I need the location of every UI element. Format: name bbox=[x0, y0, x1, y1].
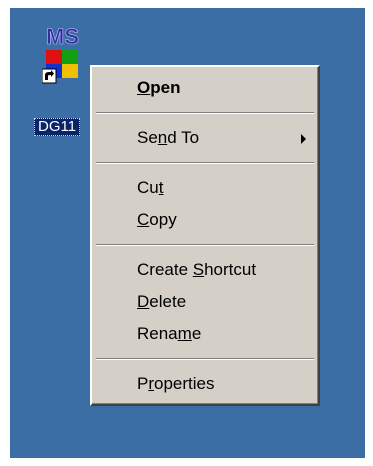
desktop[interactable]: MS DG11 Open Send To Cut Copy Create Sho… bbox=[10, 8, 365, 458]
menu-item-label: Send To bbox=[137, 128, 200, 147]
menu-item-create-shortcut[interactable]: Create Shortcut bbox=[92, 254, 318, 286]
menu-item-copy[interactable]: Copy bbox=[92, 204, 318, 236]
menu-item-label: Delete bbox=[137, 292, 187, 311]
menu-item-label: Cut bbox=[137, 178, 164, 197]
menu-separator bbox=[96, 162, 314, 164]
menu-item-properties[interactable]: Properties bbox=[92, 368, 318, 400]
context-menu: Open Send To Cut Copy Create Shortcut De… bbox=[90, 65, 320, 406]
menu-separator bbox=[96, 112, 314, 114]
menu-item-label: Create Shortcut bbox=[137, 260, 257, 279]
icon-text: MS bbox=[46, 24, 79, 49]
menu-item-rename[interactable]: Rename bbox=[92, 318, 318, 350]
menu-item-delete[interactable]: Delete bbox=[92, 286, 318, 318]
menu-item-send-to[interactable]: Send To bbox=[92, 122, 318, 154]
menu-item-label: Open bbox=[137, 78, 181, 97]
menu-item-label: Copy bbox=[137, 210, 177, 229]
menu-item-label: Properties bbox=[137, 374, 215, 393]
menu-separator bbox=[96, 244, 314, 246]
screenshot-frame: MS DG11 Open Send To Cut Copy Create Sho… bbox=[0, 0, 373, 466]
menu-item-open[interactable]: Open bbox=[92, 72, 318, 104]
menu-item-cut[interactable]: Cut bbox=[92, 172, 318, 204]
shortcut-label[interactable]: DG11 bbox=[34, 118, 81, 136]
menu-item-label: Rename bbox=[137, 324, 202, 343]
submenu-arrow-icon bbox=[301, 134, 306, 144]
menu-separator bbox=[96, 358, 314, 360]
